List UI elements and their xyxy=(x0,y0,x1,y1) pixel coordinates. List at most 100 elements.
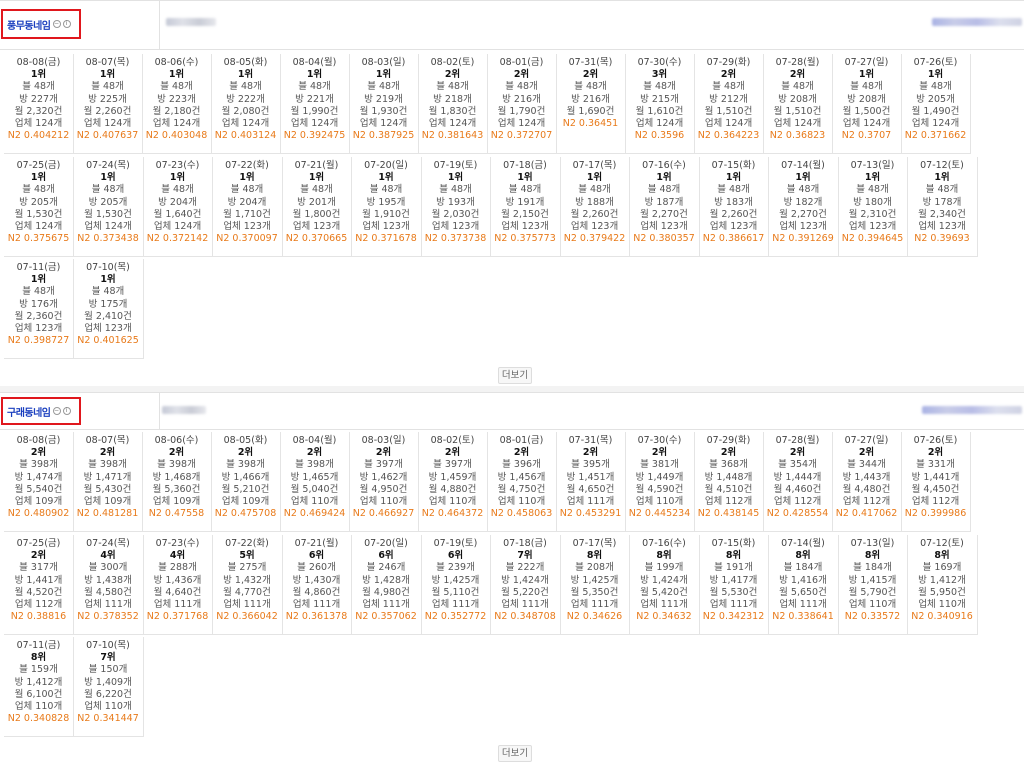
ranking-day-cell: 08-08(금) 1위 블 48개 방 227개 월 2,320건 업체 124개 N2 0… xyxy=(4,54,74,154)
day-monthly: 월 1,510건 xyxy=(704,105,753,117)
day-monthly: 월 5,650건 xyxy=(779,586,827,598)
day-rank: 3위 xyxy=(651,69,668,81)
day-monthly: 월 1,640건 xyxy=(153,208,202,220)
ranking-day-cell: 07-20(일) 6위 블 246개 방 1,428개 월 4,980건 업체 111개 N… xyxy=(351,535,422,635)
day-n2-score: N2 0.381643 xyxy=(421,130,484,142)
day-monthly: 월 4,650건 xyxy=(566,483,615,495)
day-posts: 블 48개 xyxy=(439,184,472,196)
day-date: 08-08(금) xyxy=(16,57,61,68)
day-rooms: 방 1,430개 xyxy=(292,574,341,586)
day-n2-score: N2 0.417062 xyxy=(835,508,898,520)
day-n2-score: N2 0.380357 xyxy=(633,233,695,245)
ranking-day-cell: 07-26(토) 1위 블 48개 방 205개 월 1,490건 업체 124개 N2 0… xyxy=(901,54,971,154)
day-rank: 1위 xyxy=(378,172,394,184)
day-n2-score: N2 0.428554 xyxy=(766,508,829,520)
day-n2-score: N2 0.445234 xyxy=(628,508,691,520)
day-rank: 2위 xyxy=(375,447,392,459)
day-rank: 2위 xyxy=(306,447,323,459)
day-biz: 업체 110개 xyxy=(290,496,339,508)
ranking-day-cell: 08-02(토) 2위 블 397개 방 1,459개 월 4,880건 업체 110개 N… xyxy=(418,432,488,532)
day-rank: 4위 xyxy=(100,550,116,562)
day-date: 08-07(목) xyxy=(85,435,130,446)
day-posts: 블 48개 xyxy=(369,184,403,196)
masked-text xyxy=(162,406,206,414)
day-rank: 1위 xyxy=(30,69,47,81)
day-posts: 블 246개 xyxy=(366,562,406,574)
day-biz: 업체 111개 xyxy=(779,599,827,611)
ranking-day-cell: 08-01(금) 2위 블 48개 방 216개 월 1,790건 업체 124개 N2 0… xyxy=(487,54,557,154)
ranking-day-cell: 07-18(금) 7위 블 222개 방 1,424개 월 5,220건 업체 111개 N… xyxy=(490,535,561,635)
day-n2-score: N2 0.372707 xyxy=(490,130,553,142)
day-rank: 1위 xyxy=(927,69,944,81)
day-biz: 업체 124개 xyxy=(221,118,270,130)
day-posts: 블 48개 xyxy=(850,81,883,93)
day-monthly: 월 1,510건 xyxy=(773,105,822,117)
day-biz: 업체 111개 xyxy=(292,599,341,611)
day-n2-score: N2 0.366042 xyxy=(216,611,278,623)
more-button[interactable]: 더보기 xyxy=(498,745,532,762)
ranking-day-cell: 08-04(월) 1위 블 48개 방 221개 월 1,990건 업체 124개 N2 0… xyxy=(280,54,350,154)
minus-icon[interactable]: − xyxy=(52,20,61,28)
day-biz: 업체 123개 xyxy=(709,221,758,233)
day-rank: 2위 xyxy=(720,69,737,81)
day-posts: 블 208개 xyxy=(575,562,614,574)
day-posts: 블 398개 xyxy=(295,459,334,471)
day-rooms: 방 1,459개 xyxy=(428,471,477,483)
day-date: 07-16(수) xyxy=(642,538,686,549)
day-posts: 블 48개 xyxy=(919,81,952,93)
day-biz: 업체 124개 xyxy=(428,118,477,130)
day-rooms: 방 219개 xyxy=(364,93,403,105)
day-rank: 5위 xyxy=(239,550,255,562)
day-rooms: 방 201개 xyxy=(297,196,336,208)
day-rooms: 방 1,416개 xyxy=(779,574,827,586)
ranking-day-cell: 07-28(월) 2위 블 354개 방 1,444개 월 4,460건 업체 112개 N… xyxy=(763,432,833,532)
day-date: 07-19(토) xyxy=(433,538,478,549)
info-icon[interactable]: i xyxy=(62,20,71,28)
day-date: 07-23(수) xyxy=(155,160,200,171)
day-n2-score: N2 0.475708 xyxy=(214,508,277,520)
day-date: 07-25(금) xyxy=(16,160,61,171)
day-n2-score: N2 0.453291 xyxy=(559,508,622,520)
day-n2-score: N2 0.352772 xyxy=(424,611,487,623)
day-posts: 블 395개 xyxy=(571,459,610,471)
day-n2-score: N2 0.391269 xyxy=(772,233,834,245)
day-rank: 1위 xyxy=(100,172,116,184)
day-rooms: 방 175개 xyxy=(88,298,128,310)
day-rooms: 방 1,428개 xyxy=(362,574,410,586)
day-rank: 2위 xyxy=(30,550,47,562)
day-biz: 업체 124개 xyxy=(152,118,201,130)
day-rank: 1위 xyxy=(858,69,875,81)
day-n2-score: N2 0.438145 xyxy=(697,508,760,520)
day-n2-score: N2 0.372142 xyxy=(146,233,209,245)
day-biz: 업체 109개 xyxy=(83,496,132,508)
day-monthly: 월 4,460건 xyxy=(773,483,822,495)
day-rank: 2위 xyxy=(444,447,461,459)
day-monthly: 월 2,410건 xyxy=(84,310,132,322)
minus-icon[interactable]: − xyxy=(52,407,61,415)
ranking-day-cell: 08-01(금) 2위 블 396개 방 1,456개 월 4,750건 업체 110개 N… xyxy=(487,432,557,532)
day-biz: 업체 110개 xyxy=(359,496,408,508)
day-monthly: 월 4,580건 xyxy=(84,586,132,598)
day-monthly: 월 2,310건 xyxy=(848,208,897,220)
day-rooms: 방 1,412개 xyxy=(14,676,63,688)
day-monthly: 월 5,530건 xyxy=(709,586,758,598)
day-rooms: 방 1,436개 xyxy=(153,574,202,586)
more-button[interactable]: 더보기 xyxy=(498,367,532,384)
day-monthly: 월 1,610건 xyxy=(635,105,684,117)
day-rank: 1위 xyxy=(586,172,603,184)
ranking-day-cell: 07-28(월) 2위 블 48개 방 208개 월 1,510건 업체 124개 N2 0… xyxy=(763,54,833,154)
day-biz: 업체 123개 xyxy=(84,323,132,335)
day-rank: 8위 xyxy=(725,550,742,562)
day-posts: 블 150개 xyxy=(88,664,128,676)
ranking-day-cell: 08-08(금) 2위 블 398개 방 1,474개 월 5,540건 업체 109개 N… xyxy=(4,432,74,532)
keyword-name-cell: 풍무동네임 − i xyxy=(0,1,160,49)
day-posts: 블 317개 xyxy=(19,562,58,574)
day-biz: 업체 123개 xyxy=(918,221,966,233)
day-n2-score: N2 0.3596 xyxy=(634,130,685,142)
day-biz: 업체 123개 xyxy=(292,221,341,233)
info-icon[interactable]: i xyxy=(62,407,71,415)
keyword-name[interactable]: 풍무동네임 xyxy=(7,17,51,32)
masked-text xyxy=(932,18,1022,26)
keyword-name[interactable]: 구래동네임 xyxy=(7,404,51,419)
day-biz: 업체 111개 xyxy=(501,599,549,611)
